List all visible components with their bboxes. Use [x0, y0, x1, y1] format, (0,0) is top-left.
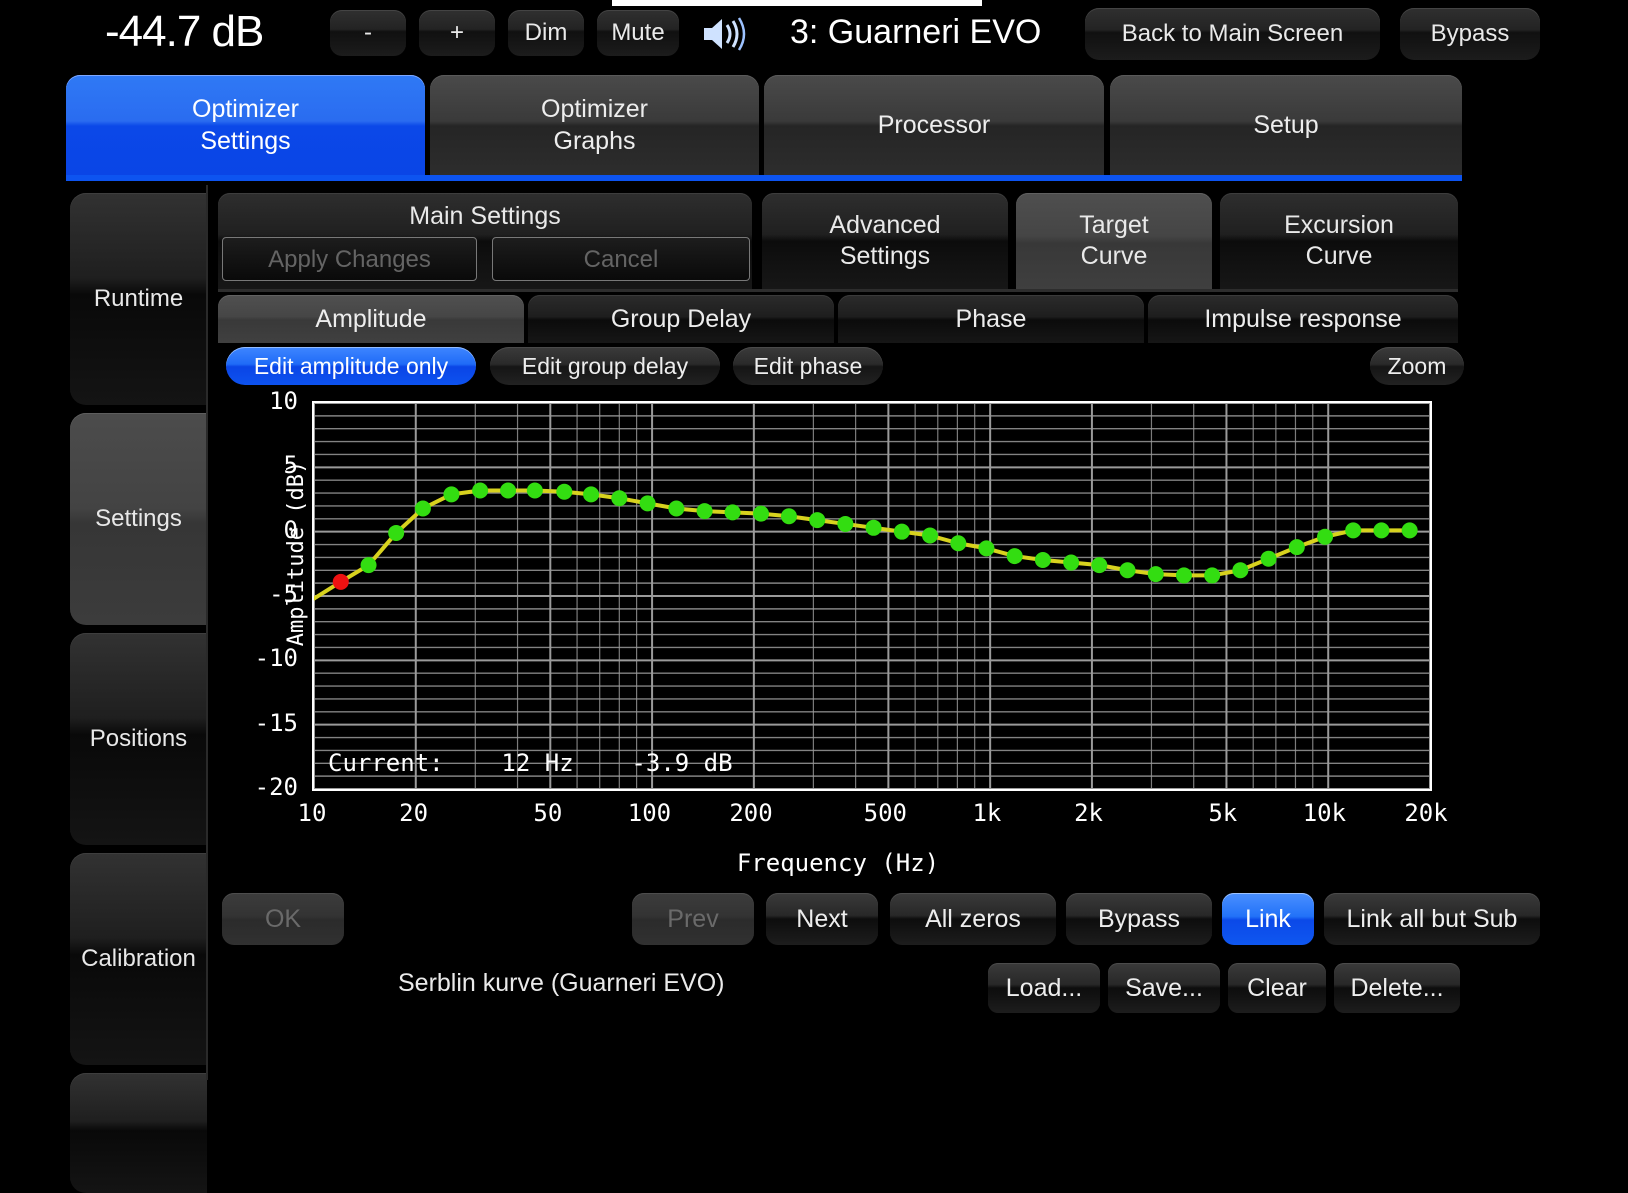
excursion-curve-button[interactable]: Excursion Curve — [1220, 193, 1458, 289]
current-point-readout: Current: 12 Hz -3.9 dB — [328, 749, 733, 777]
dim-button[interactable]: Dim — [508, 10, 584, 56]
excursion-curve-line1: Excursion — [1284, 210, 1394, 241]
amplitude-graph[interactable]: Amplitude (dB) 1050-5-10-15-20 102050100… — [218, 391, 1458, 891]
y-tick-label: 0 — [232, 516, 298, 544]
tab-label-line1: Optimizer — [192, 93, 299, 125]
graph-action-row: OK Prev Next All zeros Bypass Link Link … — [218, 893, 1458, 949]
y-tick-label: 10 — [232, 387, 298, 415]
zoom-button[interactable]: Zoom — [1370, 347, 1464, 385]
x-tick-label: 10k — [1289, 799, 1359, 827]
all-zeros-button[interactable]: All zeros — [890, 893, 1056, 945]
x-tick-label: 20k — [1391, 799, 1461, 827]
edit-group-delay-button[interactable]: Edit group delay — [490, 347, 720, 385]
volume-down-button[interactable]: - — [330, 10, 406, 56]
top-bar: -44.7 dB - + Dim Mute 3: Guarneri EVO Ba… — [0, 0, 1628, 68]
ok-button[interactable]: OK — [222, 893, 344, 945]
tab-label-line1: Optimizer — [541, 93, 648, 125]
tab-label-line2: Settings — [200, 125, 290, 157]
settings-divider — [218, 289, 1458, 292]
top-notch — [610, 0, 984, 6]
source-title: 3: Guarneri EVO — [790, 8, 1040, 58]
advanced-settings-line1: Advanced — [829, 210, 940, 241]
x-tick-label: 500 — [850, 799, 920, 827]
app-root: -44.7 dB - + Dim Mute 3: Guarneri EVO Ba… — [0, 0, 1628, 1080]
y-axis-label: Amplitude (dB) — [284, 461, 309, 646]
sidebar: Runtime Settings Positions Calibration — [66, 185, 206, 1065]
curve-name-label: Serblin kurve (Guarneri EVO) — [398, 969, 725, 998]
sidebar-item-extra[interactable] — [70, 1073, 207, 1193]
cancel-button[interactable]: Cancel — [492, 237, 750, 281]
tab-optimizer-settings[interactable]: Optimizer Settings — [66, 75, 425, 175]
link-button[interactable]: Link — [1222, 893, 1314, 945]
sidebar-item-runtime[interactable]: Runtime — [70, 193, 207, 405]
volume-up-button[interactable]: + — [419, 10, 495, 56]
tab-amplitude[interactable]: Amplitude — [218, 295, 524, 343]
target-curve-button[interactable]: Target Curve — [1016, 193, 1212, 289]
tab-phase[interactable]: Phase — [838, 295, 1144, 343]
tab-processor[interactable]: Processor — [764, 75, 1104, 175]
y-tick-label: -5 — [232, 580, 298, 608]
x-tick-label: 100 — [614, 799, 684, 827]
main-settings-title: Main Settings — [218, 193, 752, 235]
excursion-curve-line2: Curve — [1306, 241, 1373, 272]
advanced-settings-button[interactable]: Advanced Settings — [762, 193, 1008, 289]
load-button[interactable]: Load... — [988, 963, 1100, 1013]
y-tick-label: 5 — [232, 451, 298, 479]
prev-button[interactable]: Prev — [632, 893, 754, 945]
plot-area[interactable] — [312, 401, 1432, 791]
sidebar-item-label: Runtime — [94, 285, 183, 313]
content-panel: Main Settings Apply Changes Cancel Advan… — [206, 185, 1464, 1080]
x-tick-label: 50 — [513, 799, 583, 827]
sidebar-item-label: Calibration — [81, 945, 196, 973]
advanced-settings-line2: Settings — [840, 241, 930, 272]
link-all-but-sub-button[interactable]: Link all but Sub — [1324, 893, 1540, 945]
x-tick-label: 5k — [1188, 799, 1258, 827]
volume-db-readout: -44.7 dB — [105, 4, 263, 60]
x-tick-label: 200 — [716, 799, 786, 827]
y-tick-label: -20 — [232, 773, 298, 801]
tab-impulse-response[interactable]: Impulse response — [1148, 295, 1458, 343]
edit-amplitude-only-button[interactable]: Edit amplitude only — [226, 347, 476, 385]
sidebar-item-label: Settings — [95, 505, 182, 533]
curve-file-row: Serblin kurve (Guarneri EVO) Load... Sav… — [218, 963, 1458, 1015]
edit-mode-row: Edit amplitude only Edit group delay Edi… — [218, 347, 1458, 391]
y-tick-label: -15 — [232, 709, 298, 737]
target-curve-line2: Curve — [1081, 241, 1148, 272]
edit-phase-button[interactable]: Edit phase — [733, 347, 883, 385]
curve-tab-row: Amplitude Group Delay Phase Impulse resp… — [218, 295, 1458, 343]
sidebar-item-settings[interactable]: Settings — [70, 413, 207, 625]
tab-label-line1: Setup — [1253, 109, 1318, 141]
tab-label-line2: Graphs — [554, 125, 636, 157]
save-button[interactable]: Save... — [1108, 963, 1220, 1013]
delete-button[interactable]: Delete... — [1334, 963, 1460, 1013]
x-tick-label: 20 — [379, 799, 449, 827]
main-settings-group: Main Settings Apply Changes Cancel — [218, 193, 752, 289]
x-tick-label: 2k — [1054, 799, 1124, 827]
bypass-button[interactable]: Bypass — [1066, 893, 1212, 945]
clear-button[interactable]: Clear — [1228, 963, 1326, 1013]
settings-group-row: Main Settings Apply Changes Cancel Advan… — [218, 193, 1458, 289]
x-tick-label: 10 — [277, 799, 347, 827]
tab-group-delay[interactable]: Group Delay — [528, 295, 834, 343]
tab-underline — [66, 175, 1462, 181]
sidebar-item-label: Positions — [90, 725, 187, 753]
x-axis-label: Frequency (Hz) — [218, 849, 1458, 877]
bypass-button-top[interactable]: Bypass — [1400, 8, 1540, 60]
mute-button[interactable]: Mute — [597, 10, 679, 56]
target-curve-line1: Target — [1079, 210, 1148, 241]
tab-label-line1: Processor — [878, 109, 991, 141]
x-tick-label: 1k — [952, 799, 1022, 827]
tab-optimizer-graphs[interactable]: Optimizer Graphs — [430, 75, 759, 175]
apply-changes-button[interactable]: Apply Changes — [222, 237, 477, 281]
y-tick-label: -10 — [232, 644, 298, 672]
sidebar-item-positions[interactable]: Positions — [70, 633, 207, 845]
next-button[interactable]: Next — [766, 893, 878, 945]
main-tab-strip: Optimizer Settings Optimizer Graphs Proc… — [0, 75, 1628, 183]
back-to-main-screen-button[interactable]: Back to Main Screen — [1085, 8, 1380, 60]
sidebar-item-calibration[interactable]: Calibration — [70, 853, 207, 1065]
speaker-volume-icon[interactable] — [700, 14, 746, 54]
target-curve-plot[interactable] — [314, 403, 1430, 789]
tab-setup[interactable]: Setup — [1110, 75, 1462, 175]
